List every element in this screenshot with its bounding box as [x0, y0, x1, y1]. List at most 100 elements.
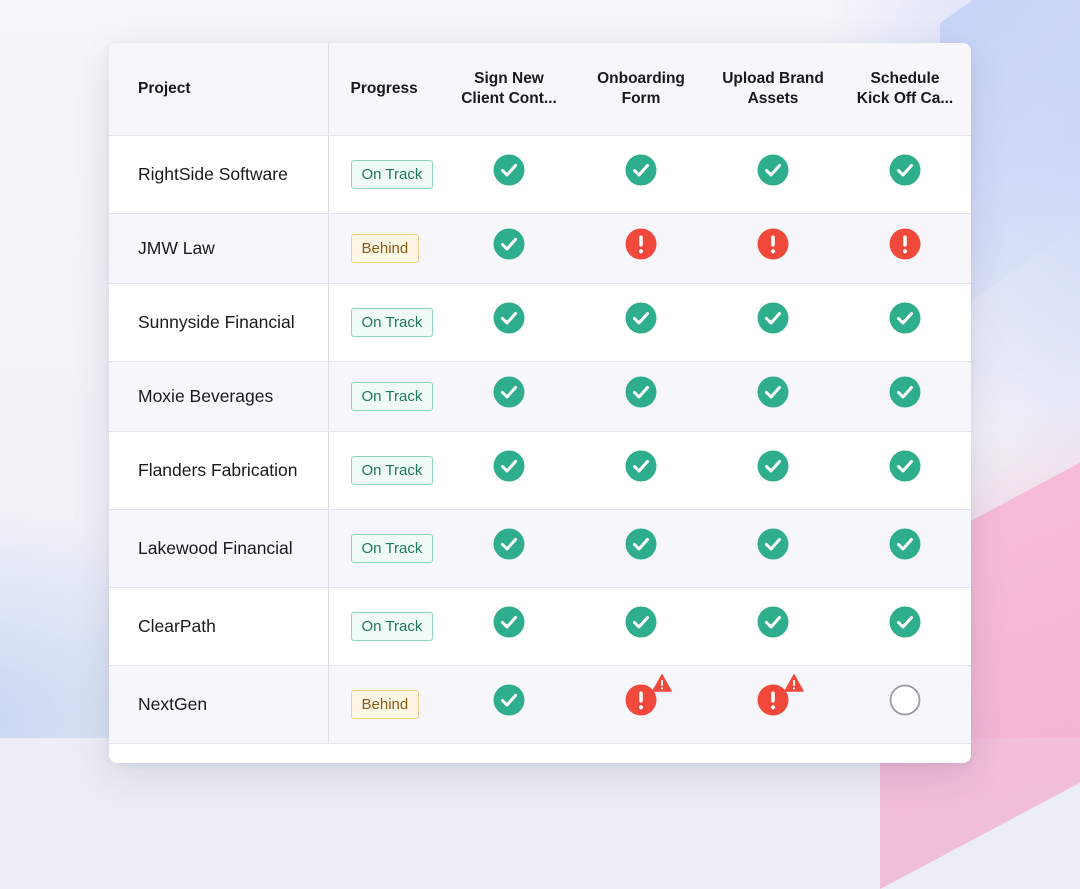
check-circle-icon[interactable]	[889, 606, 921, 638]
column-header-progress[interactable]: Progress	[328, 43, 443, 136]
check-circle-icon[interactable]	[493, 154, 525, 186]
empty-circle-icon[interactable]	[889, 684, 921, 716]
check-circle-icon[interactable]	[757, 302, 789, 334]
status-badge[interactable]: On Track	[350, 534, 434, 563]
status-badge[interactable]: On Track	[350, 612, 434, 641]
step-cell-sign-contract[interactable]	[443, 135, 575, 214]
table-row[interactable]: JMW Law Behind	[109, 213, 971, 284]
check-circle-icon[interactable]	[493, 684, 525, 716]
check-circle-icon[interactable]	[625, 606, 657, 638]
step-cell-schedule-kick-off[interactable]	[839, 213, 971, 284]
step-cell-sign-contract[interactable]	[443, 431, 575, 510]
column-header-schedule-kick-off[interactable]: Schedule Kick Off Ca...	[839, 43, 971, 136]
step-cell-upload-brand-assets[interactable]	[707, 509, 839, 588]
project-name[interactable]: NextGen	[109, 665, 329, 744]
table-row[interactable]: RightSide Software On Track	[109, 135, 971, 214]
project-name[interactable]: Moxie Beverages	[109, 361, 329, 432]
table-row[interactable]: Sunnyside Financial On Track	[109, 283, 971, 362]
step-cell-upload-brand-assets[interactable]	[707, 587, 839, 666]
check-circle-icon[interactable]	[889, 376, 921, 408]
step-cell-onboarding-form[interactable]	[575, 283, 707, 362]
check-circle-icon[interactable]	[493, 376, 525, 408]
step-cell-schedule-kick-off[interactable]	[839, 665, 971, 744]
check-circle-icon[interactable]	[757, 528, 789, 560]
check-circle-icon[interactable]	[757, 450, 789, 482]
status-badge[interactable]: On Track	[350, 382, 434, 411]
step-cell-schedule-kick-off[interactable]	[839, 431, 971, 510]
check-circle-icon[interactable]	[889, 450, 921, 482]
step-cell-upload-brand-assets[interactable]	[707, 213, 839, 284]
step-cell-onboarding-form[interactable]	[575, 587, 707, 666]
step-cell-sign-contract[interactable]	[443, 283, 575, 362]
check-circle-icon[interactable]	[757, 154, 789, 186]
step-cell-upload-brand-assets[interactable]	[707, 283, 839, 362]
step-cell-upload-brand-assets[interactable]	[707, 361, 839, 432]
project-name[interactable]: Flanders Fabrication	[109, 431, 329, 510]
check-circle-icon[interactable]	[493, 528, 525, 560]
check-circle-icon[interactable]	[493, 450, 525, 482]
step-cell-onboarding-form[interactable]	[575, 361, 707, 432]
check-circle-icon[interactable]	[625, 528, 657, 560]
check-circle-icon[interactable]	[889, 302, 921, 334]
progress-cell: On Track	[328, 431, 443, 510]
table-row[interactable]: Moxie Beverages On Track	[109, 361, 971, 432]
progress-cell: On Track	[328, 587, 443, 666]
step-cell-schedule-kick-off[interactable]	[839, 509, 971, 588]
table-row[interactable]: NextGen Behind	[109, 665, 971, 744]
check-circle-icon[interactable]	[625, 154, 657, 186]
step-cell-sign-contract[interactable]	[443, 587, 575, 666]
step-cell-upload-brand-assets[interactable]	[707, 135, 839, 214]
status-badge[interactable]: On Track	[350, 456, 434, 485]
progress-cell: Behind	[328, 665, 443, 744]
project-name[interactable]: JMW Law	[109, 213, 329, 284]
step-cell-schedule-kick-off[interactable]	[839, 283, 971, 362]
check-circle-icon[interactable]	[625, 450, 657, 482]
status-badge[interactable]: On Track	[350, 160, 434, 189]
step-cell-sign-contract[interactable]	[443, 665, 575, 744]
check-circle-icon[interactable]	[889, 528, 921, 560]
project-name[interactable]: RightSide Software	[109, 135, 329, 214]
table-row[interactable]: Lakewood Financial On Track	[109, 509, 971, 588]
exclamation-circle-icon[interactable]	[625, 228, 657, 260]
check-circle-icon[interactable]	[757, 606, 789, 638]
check-circle-icon[interactable]	[493, 606, 525, 638]
project-name[interactable]: Sunnyside Financial	[109, 283, 329, 362]
step-cell-onboarding-form[interactable]	[575, 665, 707, 744]
status-badge[interactable]: On Track	[350, 308, 434, 337]
check-circle-icon[interactable]	[625, 302, 657, 334]
step-cell-schedule-kick-off[interactable]	[839, 361, 971, 432]
exclamation-circle-icon[interactable]	[625, 674, 672, 716]
exclamation-circle-icon[interactable]	[757, 228, 789, 260]
step-cell-upload-brand-assets[interactable]	[707, 665, 839, 744]
project-name[interactable]: Lakewood Financial	[109, 509, 329, 588]
table-row[interactable]: Flanders Fabrication On Track	[109, 431, 971, 510]
check-circle-icon[interactable]	[757, 376, 789, 408]
column-header-sign-contract[interactable]: Sign New Client Cont...	[443, 43, 575, 136]
progress-cell: On Track	[328, 361, 443, 432]
check-circle-icon[interactable]	[889, 154, 921, 186]
project-name[interactable]: ClearPath	[109, 587, 329, 666]
column-header-project[interactable]: Project	[109, 43, 329, 136]
step-cell-onboarding-form[interactable]	[575, 135, 707, 214]
step-cell-schedule-kick-off[interactable]	[839, 587, 971, 666]
step-cell-sign-contract[interactable]	[443, 361, 575, 432]
column-header-upload-brand-assets[interactable]: Upload Brand Assets	[707, 43, 839, 136]
check-circle-icon[interactable]	[493, 302, 525, 334]
status-badge[interactable]: Behind	[350, 234, 420, 263]
step-cell-sign-contract[interactable]	[443, 509, 575, 588]
step-cell-onboarding-form[interactable]	[575, 431, 707, 510]
progress-cell: On Track	[328, 509, 443, 588]
column-header-onboarding-form[interactable]: Onboarding Form	[575, 43, 707, 136]
step-cell-sign-contract[interactable]	[443, 213, 575, 284]
check-circle-icon[interactable]	[625, 376, 657, 408]
exclamation-circle-icon[interactable]	[757, 674, 804, 716]
step-cell-onboarding-form[interactable]	[575, 509, 707, 588]
warning-triangle-icon	[652, 674, 672, 692]
status-badge[interactable]: Behind	[350, 690, 420, 719]
exclamation-circle-icon[interactable]	[889, 228, 921, 260]
check-circle-icon[interactable]	[493, 228, 525, 260]
step-cell-upload-brand-assets[interactable]	[707, 431, 839, 510]
step-cell-onboarding-form[interactable]	[575, 213, 707, 284]
step-cell-schedule-kick-off[interactable]	[839, 135, 971, 214]
table-row[interactable]: ClearPath On Track	[109, 587, 971, 666]
